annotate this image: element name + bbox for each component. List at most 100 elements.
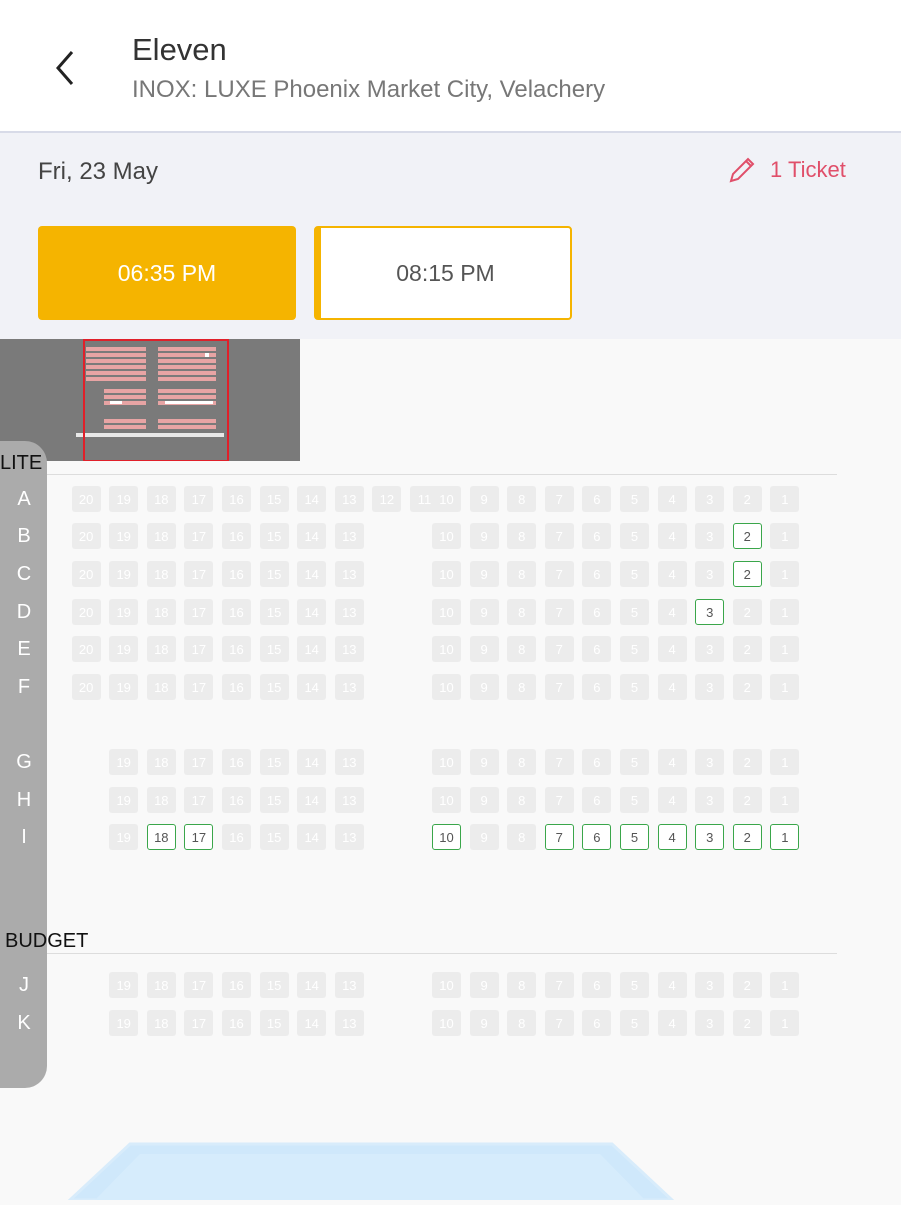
seat-a15: 15	[259, 486, 289, 512]
seat-i4[interactable]: 4	[657, 824, 687, 850]
seat-i7[interactable]: 7	[544, 824, 574, 850]
seat-c16: 16	[222, 561, 251, 587]
seat-e17: 17	[184, 636, 214, 662]
seat-e10: 10	[432, 636, 461, 662]
seat-b20: 20	[71, 523, 101, 549]
minimap-row	[158, 395, 216, 399]
seat-minimap[interactable]	[0, 339, 300, 462]
seat-g13: 13	[334, 749, 364, 775]
minimap-viewport-frame[interactable]	[83, 339, 229, 462]
screen-indicator	[0, 1140, 901, 1205]
seat-h14: 14	[297, 787, 327, 813]
seat-a1: 1	[770, 486, 800, 512]
minimap-row	[104, 395, 146, 399]
seat-h13: 13	[334, 787, 364, 813]
seat-i8: 8	[507, 824, 537, 850]
seat-k4: 4	[657, 1010, 687, 1036]
seat-k1: 1	[770, 1010, 800, 1036]
seat-i1[interactable]: 1	[770, 824, 800, 850]
seat-i14: 14	[297, 824, 327, 850]
minimap-row	[158, 365, 216, 369]
seat-b2[interactable]: 2	[732, 523, 762, 549]
seat-c5: 5	[620, 561, 649, 587]
seat-g4: 4	[657, 749, 687, 775]
seat-b14: 14	[297, 523, 327, 549]
seat-g14: 14	[297, 749, 327, 775]
seat-c19: 19	[109, 561, 139, 587]
seat-f16: 16	[222, 674, 251, 700]
seat-e13: 13	[334, 636, 364, 662]
seat-k10: 10	[432, 1010, 461, 1036]
back-button[interactable]	[46, 40, 86, 92]
minimap-row	[158, 419, 216, 423]
seat-h16: 16	[222, 787, 251, 813]
seat-b6: 6	[582, 523, 612, 549]
seat-f19: 19	[109, 674, 139, 700]
seat-e2: 2	[732, 636, 762, 662]
seat-d3[interactable]: 3	[695, 599, 725, 625]
seat-h8: 8	[507, 787, 537, 813]
row-label-c: C	[16, 563, 32, 585]
seat-f8: 8	[507, 674, 537, 700]
ticket-count-button[interactable]: 1 Ticket	[726, 154, 846, 186]
seat-i13: 13	[334, 824, 364, 850]
seat-b3: 3	[695, 523, 725, 549]
seat-c6: 6	[582, 561, 612, 587]
section-divider	[47, 953, 837, 954]
seat-h17: 17	[184, 787, 214, 813]
seat-i2[interactable]: 2	[732, 824, 762, 850]
seat-j15: 15	[259, 972, 289, 998]
seat-b18: 18	[146, 523, 176, 549]
showtime-button-2[interactable]: 08:15 PM	[314, 226, 572, 320]
app-header: Eleven INOX: LUXE Phoenix Market City, V…	[0, 0, 901, 133]
seat-a19: 19	[109, 486, 139, 512]
minimap-row	[86, 359, 146, 363]
seat-g6: 6	[582, 749, 612, 775]
seat-e4: 4	[657, 636, 687, 662]
seat-d2: 2	[732, 599, 762, 625]
seat-c2[interactable]: 2	[732, 561, 762, 587]
seat-e18: 18	[146, 636, 176, 662]
seat-k18: 18	[146, 1010, 176, 1036]
seat-a18: 18	[146, 486, 176, 512]
seat-b10: 10	[432, 523, 461, 549]
seat-f1: 1	[770, 674, 800, 700]
seat-g3: 3	[695, 749, 725, 775]
seat-j16: 16	[222, 972, 251, 998]
seat-g19: 19	[109, 749, 139, 775]
section-label-budget: BUDGET	[5, 930, 89, 952]
seat-g2: 2	[732, 749, 762, 775]
seat-i6[interactable]: 6	[582, 824, 612, 850]
minimap-row	[86, 365, 146, 369]
seat-i9: 9	[469, 824, 499, 850]
movie-title: Eleven	[132, 32, 227, 67]
seat-i5[interactable]: 5	[620, 824, 649, 850]
seat-i17[interactable]: 17	[184, 824, 214, 850]
seat-g9: 9	[469, 749, 499, 775]
seat-g10: 10	[432, 749, 461, 775]
minimap-row	[158, 359, 216, 363]
minimap-screen	[76, 433, 224, 437]
seat-j7: 7	[544, 972, 574, 998]
seat-h15: 15	[259, 787, 289, 813]
seat-i10[interactable]: 10	[432, 824, 461, 850]
seat-h3: 3	[695, 787, 725, 813]
seat-e7: 7	[544, 636, 574, 662]
seat-h7: 7	[544, 787, 574, 813]
seat-b5: 5	[620, 523, 649, 549]
seat-k15: 15	[259, 1010, 289, 1036]
seat-i18[interactable]: 18	[146, 824, 176, 850]
seat-f10: 10	[432, 674, 461, 700]
seat-i3[interactable]: 3	[695, 824, 725, 850]
showtime-button-1[interactable]: 06:35 PM	[38, 226, 296, 320]
seat-k5: 5	[620, 1010, 649, 1036]
seat-a16: 16	[222, 486, 251, 512]
seat-d18: 18	[146, 599, 176, 625]
seat-h18: 18	[146, 787, 176, 813]
seat-j1: 1	[770, 972, 800, 998]
seat-f7: 7	[544, 674, 574, 700]
seat-c7: 7	[544, 561, 574, 587]
seat-j13: 13	[334, 972, 364, 998]
seat-j5: 5	[620, 972, 649, 998]
seat-a17: 17	[184, 486, 214, 512]
